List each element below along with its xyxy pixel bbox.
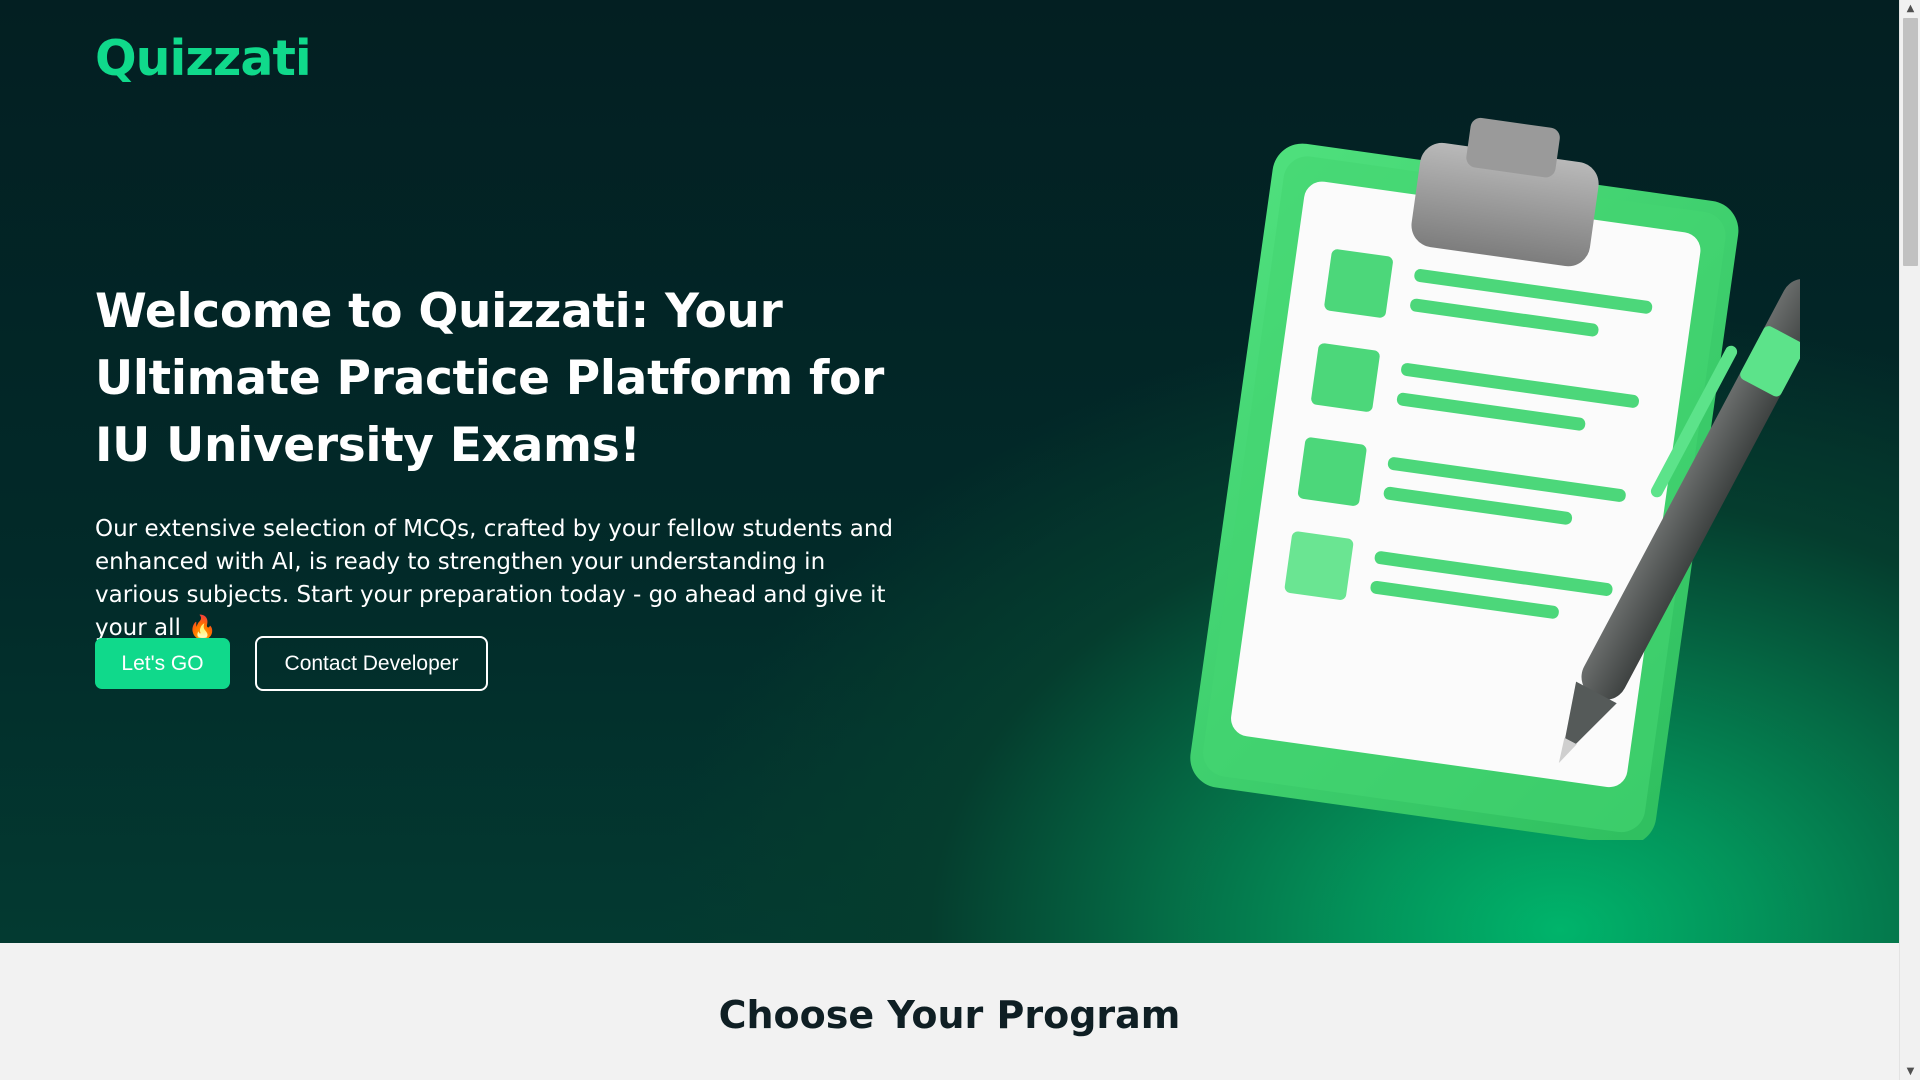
scroll-up-icon[interactable]: ▲ xyxy=(1900,0,1920,17)
hero-section: Quizzati Welcome to Quizzati: Your Ultim… xyxy=(0,0,1899,943)
lets-go-button[interactable]: Let's GO xyxy=(95,638,230,689)
hero-headline: Welcome to Quizzati: Your Ultimate Pract… xyxy=(95,284,885,473)
page-scrollbar[interactable]: ▲ ▼ xyxy=(1899,0,1920,1080)
scroll-thumb[interactable] xyxy=(1903,18,1918,266)
clipboard-checklist-pen-icon xyxy=(1190,117,1800,840)
brand-logo[interactable]: Quizzati xyxy=(95,30,312,87)
hero-description: Our extensive selection of MCQs, crafted… xyxy=(95,516,894,641)
contact-developer-button[interactable]: Contact Developer xyxy=(255,636,488,691)
scroll-down-icon[interactable]: ▼ xyxy=(1900,1063,1920,1080)
programs-title: Choose Your Program xyxy=(718,993,1181,1037)
programs-section: Choose Your Program xyxy=(0,943,1899,1080)
page: Quizzati Welcome to Quizzati: Your Ultim… xyxy=(0,0,1899,1080)
